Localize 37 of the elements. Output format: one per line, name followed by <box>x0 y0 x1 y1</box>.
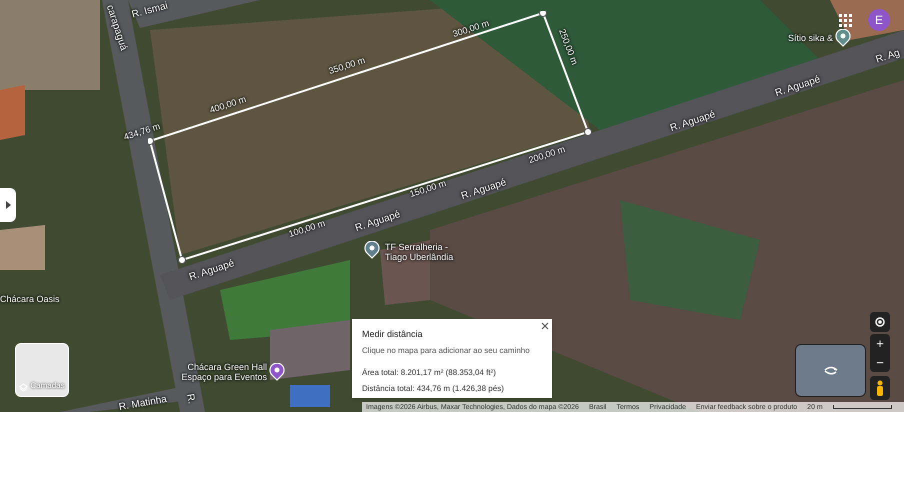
distance-label: 350,00 m <box>328 56 366 76</box>
distance-label: 300,00 m <box>452 18 490 40</box>
my-location-button[interactable] <box>870 312 890 332</box>
apps-grid-icon[interactable] <box>838 13 853 28</box>
distance-label: 434,76 m <box>122 122 162 142</box>
place-label[interactable]: Sítio sika & <box>788 33 833 43</box>
distance-label: 150,00 m <box>408 178 448 200</box>
distance-label: 250,00 m <box>557 28 579 66</box>
rotate-arrow-icon <box>822 366 838 375</box>
place-label[interactable]: Chácara Green Hall Espaço para Eventos <box>181 362 267 382</box>
map-pin-icon[interactable] <box>364 241 380 259</box>
distance-label: 100,00 m <box>288 218 326 240</box>
chevron-right-icon <box>6 201 10 209</box>
map-pin-icon[interactable] <box>269 363 285 381</box>
card-hint: Clique no mapa para adicionar ao seu caminho <box>362 344 531 356</box>
street-label: R. Matinha <box>118 394 168 412</box>
location-target-icon <box>874 316 886 328</box>
total-distance: Distância total: 434,76 m (1.426,38 pés) <box>362 382 505 394</box>
card-title: Medir distância <box>362 328 424 341</box>
layers-button[interactable]: Camadas <box>15 343 69 397</box>
scale-bar <box>832 405 892 409</box>
total-area: Área total: 8.201,17 m² (88.353,04 ft²) <box>362 366 542 378</box>
side-panel-toggle[interactable] <box>0 188 16 222</box>
zoom-out-button[interactable]: − <box>870 353 890 372</box>
distance-label: 400,00 m <box>208 94 248 116</box>
distance-label: 200,00 m <box>528 144 566 166</box>
street-view-photo-placeholder[interactable] <box>795 344 866 397</box>
street-label: R. Ismai <box>131 1 169 21</box>
place-label[interactable]: Chácara Oasis <box>0 294 60 304</box>
street-label: R. Ag <box>874 48 902 66</box>
zoom-in-button[interactable]: + <box>870 334 890 353</box>
pegman-button[interactable] <box>870 376 890 400</box>
place-label[interactable]: TF Serralheria - Tiago Uberlândia <box>385 242 454 262</box>
person-icon <box>876 380 884 396</box>
close-icon[interactable] <box>540 321 550 331</box>
street-label: R. <box>184 393 196 405</box>
map-pin-icon[interactable] <box>835 29 851 47</box>
